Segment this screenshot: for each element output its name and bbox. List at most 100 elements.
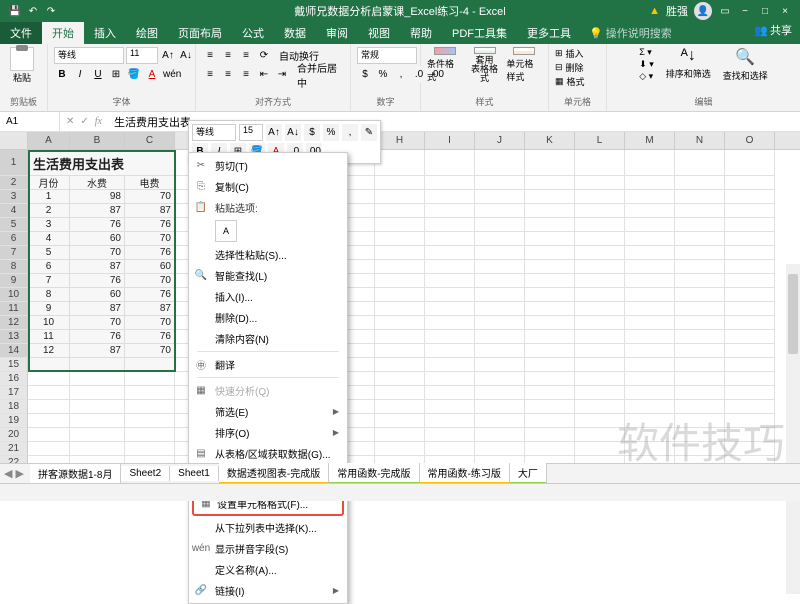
cell[interactable]: [675, 288, 725, 302]
redo-icon[interactable]: ↷: [44, 4, 58, 18]
tab-layout[interactable]: 页面布局: [168, 22, 232, 44]
row-header[interactable]: 16: [0, 372, 28, 386]
cell[interactable]: [675, 386, 725, 400]
cell[interactable]: [575, 344, 625, 358]
cell[interactable]: [125, 358, 175, 372]
cell[interactable]: [375, 330, 425, 344]
cell[interactable]: [475, 150, 525, 176]
cell[interactable]: 70: [70, 246, 125, 260]
cell[interactable]: [375, 204, 425, 218]
tab-data[interactable]: 数据: [274, 22, 316, 44]
cell[interactable]: [675, 274, 725, 288]
cell[interactable]: [475, 414, 525, 428]
cell[interactable]: [625, 176, 675, 190]
row-header[interactable]: 17: [0, 386, 28, 400]
conditional-format-button[interactable]: 条件格式: [427, 47, 463, 83]
avatar[interactable]: 👤: [694, 2, 712, 20]
cell[interactable]: [725, 218, 775, 232]
cell[interactable]: [575, 302, 625, 316]
cell[interactable]: [475, 274, 525, 288]
cell[interactable]: [625, 316, 675, 330]
tab-more[interactable]: 更多工具: [517, 22, 581, 44]
cell[interactable]: [625, 386, 675, 400]
row-header[interactable]: 15: [0, 358, 28, 372]
cell[interactable]: [625, 218, 675, 232]
tab-pdf[interactable]: PDF工具集: [442, 22, 517, 44]
close-icon[interactable]: ×: [778, 4, 792, 18]
row-header[interactable]: 1: [0, 150, 28, 176]
cm-paste-special[interactable]: 选择性粘贴(S)...: [189, 244, 347, 265]
cell[interactable]: [725, 344, 775, 358]
format-cells-button[interactable]: ▦格式: [555, 75, 585, 88]
cell[interactable]: [575, 428, 625, 442]
cell[interactable]: [475, 400, 525, 414]
cell[interactable]: [725, 246, 775, 260]
row-header[interactable]: 2: [0, 176, 28, 190]
cell[interactable]: [125, 414, 175, 428]
cell[interactable]: [525, 442, 575, 456]
cell[interactable]: [675, 428, 725, 442]
row-header[interactable]: 14: [0, 344, 28, 358]
cell[interactable]: [375, 442, 425, 456]
mini-comma-icon[interactable]: ,: [342, 124, 358, 141]
row-header[interactable]: 5: [0, 218, 28, 232]
cell[interactable]: 6: [28, 260, 70, 274]
cell[interactable]: [70, 372, 125, 386]
cell[interactable]: [575, 358, 625, 372]
row-header[interactable]: 20: [0, 428, 28, 442]
cell[interactable]: [575, 204, 625, 218]
cell[interactable]: [725, 260, 775, 274]
align-middle-icon[interactable]: ≡: [220, 47, 236, 64]
cell[interactable]: [375, 288, 425, 302]
indent-dec-icon[interactable]: ⇤: [256, 66, 272, 83]
cell[interactable]: [725, 288, 775, 302]
cell[interactable]: [70, 386, 125, 400]
col-header-k[interactable]: K: [525, 132, 575, 149]
autosum-button[interactable]: Σ ▾: [639, 47, 654, 58]
tab-file[interactable]: 文件: [0, 22, 42, 44]
cm-copy[interactable]: ⎘复制(C): [189, 176, 347, 197]
cell[interactable]: [475, 344, 525, 358]
increase-font-icon[interactable]: A↑: [160, 47, 176, 64]
cell[interactable]: [425, 260, 475, 274]
cm-clear[interactable]: 清除内容(N): [189, 328, 347, 349]
cell[interactable]: [375, 302, 425, 316]
cell[interactable]: 70: [125, 232, 175, 246]
italic-button[interactable]: I: [72, 66, 88, 83]
cell[interactable]: 60: [125, 260, 175, 274]
cell[interactable]: [675, 442, 725, 456]
cell[interactable]: 76: [70, 218, 125, 232]
cell[interactable]: [28, 358, 70, 372]
cell[interactable]: [375, 414, 425, 428]
cell[interactable]: [425, 190, 475, 204]
cell[interactable]: [625, 288, 675, 302]
cm-delete[interactable]: 删除(D)...: [189, 307, 347, 328]
cell[interactable]: [725, 428, 775, 442]
cell[interactable]: [575, 176, 625, 190]
cell[interactable]: [725, 330, 775, 344]
bold-button[interactable]: B: [54, 66, 70, 83]
cell[interactable]: [575, 190, 625, 204]
cell[interactable]: [725, 190, 775, 204]
cell[interactable]: [375, 386, 425, 400]
cell[interactable]: [28, 372, 70, 386]
cell[interactable]: [725, 150, 775, 176]
mini-decrease-font-icon[interactable]: A↓: [285, 124, 301, 141]
cell[interactable]: [425, 442, 475, 456]
cell[interactable]: [675, 232, 725, 246]
align-left-icon[interactable]: ≡: [202, 66, 218, 83]
cell[interactable]: [28, 400, 70, 414]
cell[interactable]: 87: [70, 344, 125, 358]
share-button[interactable]: 👥 共享: [754, 22, 792, 38]
col-header-a[interactable]: A: [28, 132, 70, 149]
tab-review[interactable]: 审阅: [316, 22, 358, 44]
cell[interactable]: [70, 400, 125, 414]
cell[interactable]: 8: [28, 288, 70, 302]
delete-cells-button[interactable]: ⊟删除: [555, 61, 585, 74]
comma-icon[interactable]: ,: [393, 66, 409, 83]
accept-formula-icon[interactable]: ✓: [80, 116, 88, 127]
cell[interactable]: [425, 246, 475, 260]
cm-define-name[interactable]: 定义名称(A)...: [189, 559, 347, 580]
cell[interactable]: [575, 246, 625, 260]
cell[interactable]: [425, 316, 475, 330]
